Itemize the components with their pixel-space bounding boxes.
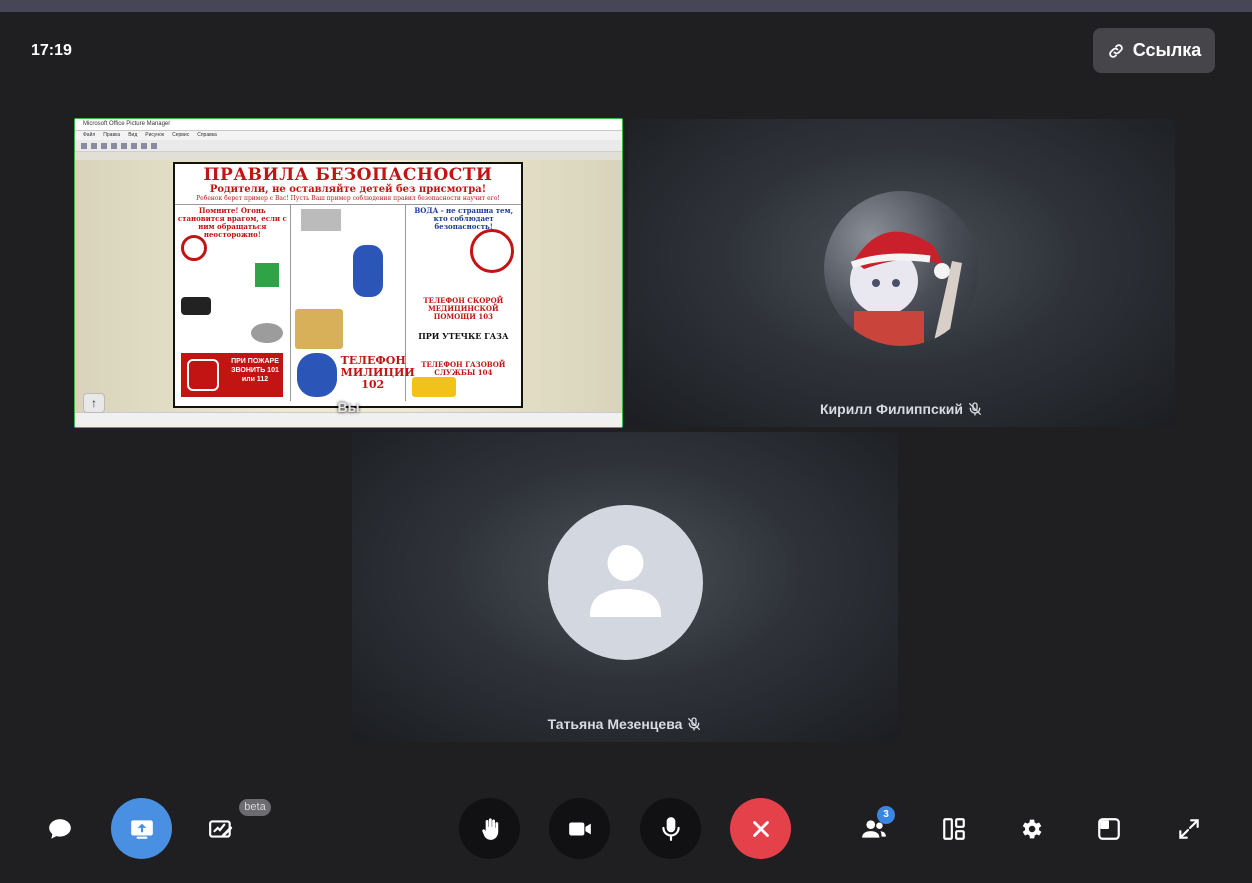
screen-share-icon [130,819,153,839]
participants-count-badge: 3 [877,806,895,824]
whiteboard-button[interactable] [204,812,238,846]
shared-menu-item: Сервис [172,132,190,138]
avatar [824,191,979,346]
participant-tile-tatyana[interactable]: Татьяна Мезенцева [352,432,898,742]
poster-column-police: ТЕЛЕФОН МИЛИЦИИ 102 [291,205,415,401]
traffic-light-character-image [352,245,383,297]
poster-subtitle: Родители, не оставляйте детей без присмо… [209,184,487,195]
shared-window-menu: Файл Правка Вид Рисунок Сервис Справка [75,131,622,140]
picture-in-picture-icon [1098,818,1120,840]
phone-handset-icon [187,359,219,391]
door-image [294,309,343,349]
shared-menu-item: Правка [103,132,121,138]
no-swimming-icon [470,229,515,273]
clock: 17:19 [31,42,72,59]
hang-up-button[interactable] [730,798,791,859]
avatar [548,505,703,660]
police-officer-image [296,353,337,397]
fullscreen-button[interactable] [1172,812,1206,846]
shared-window-toolbar [75,140,622,152]
shared-menu-item: Рисунок [145,132,165,138]
chat-button[interactable] [43,812,77,846]
picture-in-picture-button[interactable] [1092,812,1126,846]
shared-menu-item: Справка [197,132,217,138]
layout-grid-icon [943,818,965,840]
participant-name-tatyana: Татьяна Мезенцева [352,716,898,732]
beta-badge: beta [239,799,271,816]
share-screen-button[interactable] [111,798,172,859]
participant-name-kirill: Кирилл Филиппский [628,401,1175,417]
mic-muted-icon [968,402,981,416]
telephone-icon [181,297,211,315]
user-placeholder-icon [590,545,661,617]
poster-title: ПРАВИЛА БЕЗОПАСНОСТИ [203,165,493,185]
exit-sign-icon [255,263,279,287]
hand-icon [481,817,498,840]
whiteboard-pen-icon [209,820,233,838]
shared-menu-item: Вид [128,132,138,138]
poster-water-heading: ВОДА - не страшна тем, кто соблюдает без… [414,206,514,231]
no-fire-icon [181,235,207,261]
self-name-label: Вы [337,399,360,415]
settings-button[interactable] [1014,812,1048,846]
shared-document-area: ПРАВИЛА БЕЗОПАСНОСТИ Родители, не оставл… [75,160,622,413]
ambulance-call-text: ТЕЛЕФОН СКОРОЙ МЕДИЦИНСКОЙ ПОМОЩИ 103 [423,296,504,321]
participant-name-self: Вы [75,399,622,415]
poster-note: Ребенок берет пример с Вас! Пусть Ваш пр… [175,195,521,205]
microphone-icon [661,816,680,841]
link-icon [1108,43,1123,58]
anime-avatar-image [850,231,962,346]
chat-bubble-icon [49,819,71,839]
close-icon [752,820,769,837]
fire-call-text: ПРИ ПОЖАРЕ ЗВОНИТЬ 101 или 112 [231,358,279,383]
raise-hand-button[interactable] [459,798,520,859]
self-screen-share-tile[interactable]: Microsoft Office Picture Manager Файл Пр… [74,118,623,428]
safety-poster: ПРАВИЛА БЕЗОПАСНОСТИ Родители, не оставл… [173,162,523,408]
copy-link-button[interactable]: Ссылка [1093,28,1215,73]
video-camera-icon [568,822,591,835]
mic-muted-icon [688,717,701,731]
gas-call-text: ТЕЛЕФОН ГАЗОВОЙ СЛУЖБЫ 104 [421,360,506,377]
expand-icon [1179,819,1199,839]
window-top-strip [0,0,1252,12]
railway-crossing-image [300,209,341,231]
police-call-text: ТЕЛЕФОН МИЛИЦИИ 102 [340,354,415,391]
camera-toggle-button[interactable] [549,798,610,859]
shared-window-title: Microsoft Office Picture Manager [75,119,622,131]
layout-button[interactable] [937,812,971,846]
microphone-toggle-button[interactable] [640,798,701,859]
gas-service-van-image [412,377,457,397]
tatyana-name-label: Татьяна Мезенцева [547,716,683,732]
smoke-detector-icon [251,323,283,343]
kirill-name-label: Кирилл Филиппский [820,401,963,417]
participants-button[interactable]: 3 [857,806,895,846]
copy-link-label: Ссылка [1132,40,1202,60]
participant-tile-kirill[interactable]: Кирилл Филиппский [628,119,1175,427]
gas-heading: ПРИ УТЕЧКЕ ГАЗА [418,331,509,341]
poster-column-fire: Помните! Огонь становится врагом, если с… [175,205,291,401]
shared-menu-item: Файл [83,132,96,138]
gear-icon [1022,819,1042,839]
poster-column-water-gas: ВОДА - не страшна тем, кто соблюдает без… [406,205,521,401]
